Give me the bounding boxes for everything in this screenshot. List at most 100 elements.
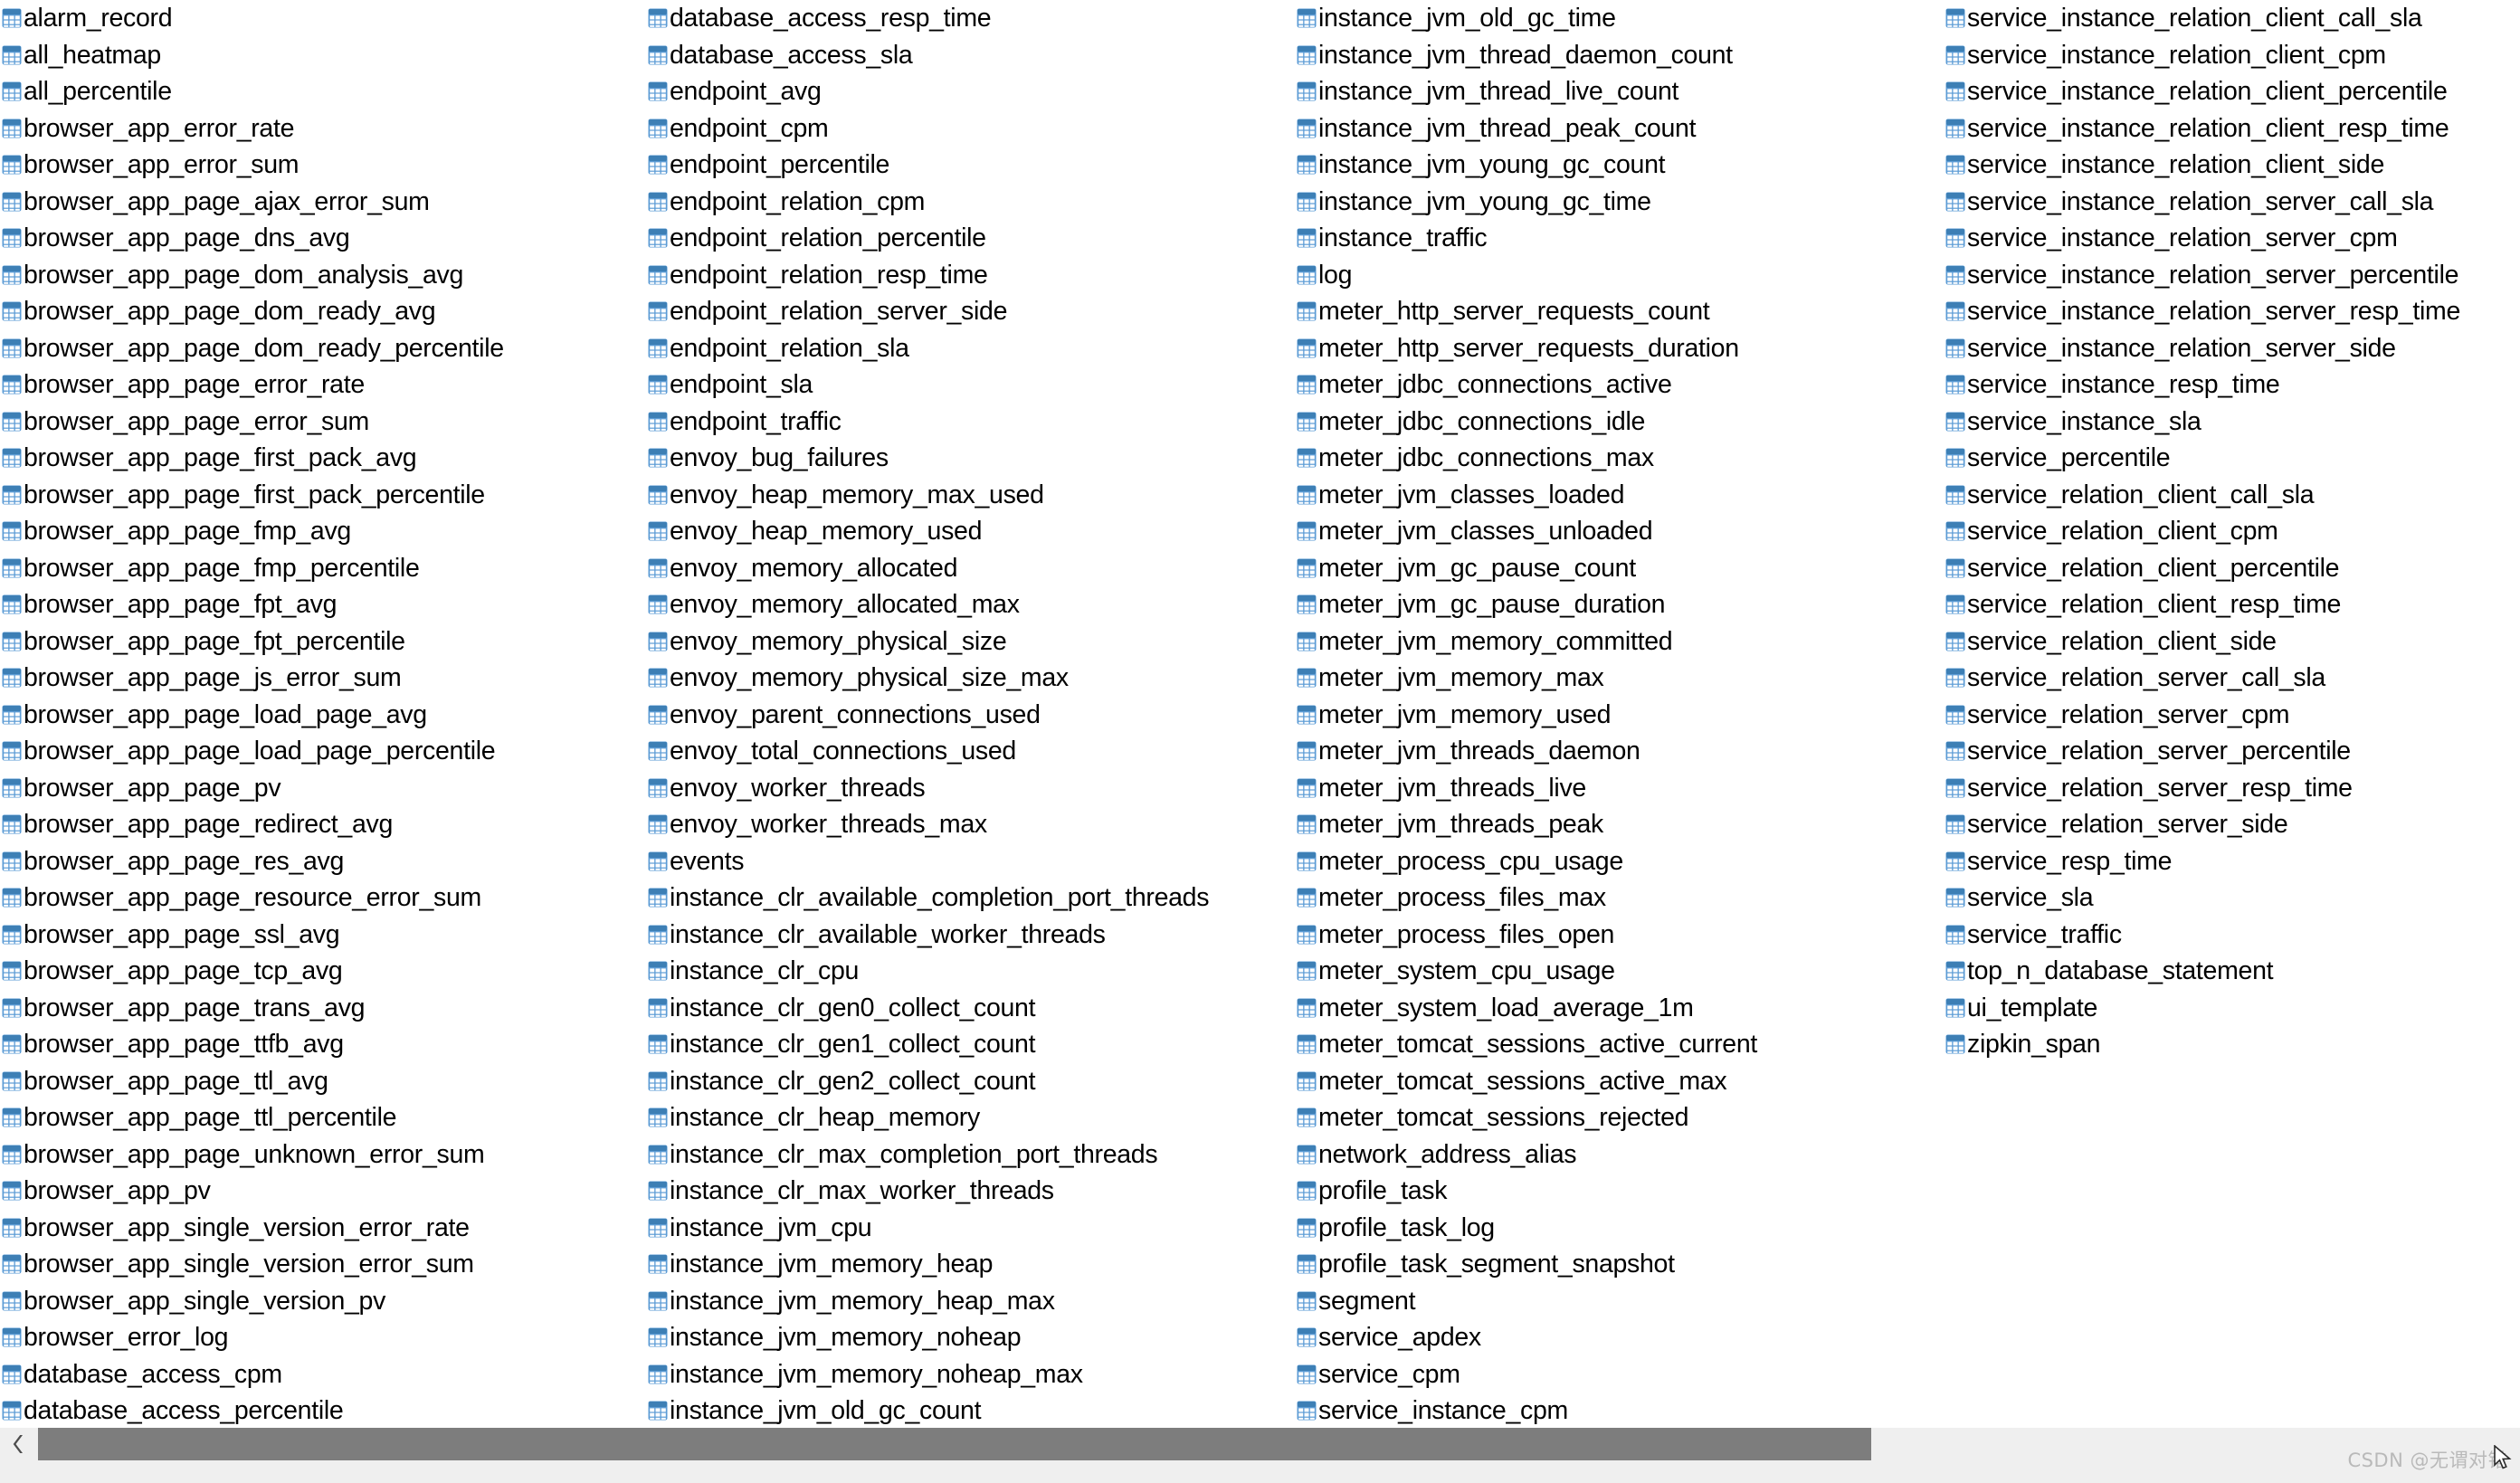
- table-list-item[interactable]: instance_clr_gen1_collect_count: [648, 1026, 1297, 1063]
- table-list-item[interactable]: browser_app_page_dom_ready_percentile: [2, 330, 648, 367]
- table-list-item[interactable]: instance_jvm_old_gc_count: [648, 1393, 1297, 1428]
- table-list-item[interactable]: browser_app_page_error_rate: [2, 366, 648, 404]
- table-list-item[interactable]: service_instance_relation_client_call_sl…: [1945, 0, 2520, 37]
- table-list-item[interactable]: meter_jvm_classes_unloaded: [1297, 513, 1945, 550]
- table-list-item[interactable]: instance_jvm_young_gc_count: [1297, 147, 1945, 184]
- table-list-item[interactable]: meter_tomcat_sessions_active_max: [1297, 1063, 1945, 1100]
- table-list-item[interactable]: browser_app_page_ttl_percentile: [2, 1099, 648, 1136]
- table-list-item[interactable]: instance_clr_gen0_collect_count: [648, 990, 1297, 1027]
- table-list-item[interactable]: meter_tomcat_sessions_active_current: [1297, 1026, 1945, 1063]
- table-list-item[interactable]: browser_app_page_dns_avg: [2, 220, 648, 257]
- table-list-item[interactable]: service_relation_client_resp_time: [1945, 586, 2520, 623]
- table-list-item[interactable]: endpoint_avg: [648, 73, 1297, 110]
- table-list-item[interactable]: instance_clr_max_worker_threads: [648, 1173, 1297, 1210]
- table-list-item[interactable]: service_cpm: [1297, 1356, 1945, 1393]
- table-list-item[interactable]: service_relation_server_percentile: [1945, 733, 2520, 770]
- table-list-item[interactable]: service_relation_server_resp_time: [1945, 770, 2520, 807]
- table-list-item[interactable]: envoy_memory_allocated_max: [648, 586, 1297, 623]
- table-list-item[interactable]: envoy_parent_connections_used: [648, 697, 1297, 734]
- table-list-item[interactable]: instance_jvm_thread_peak_count: [1297, 110, 1945, 147]
- table-list-item[interactable]: envoy_worker_threads_max: [648, 806, 1297, 843]
- table-list-item[interactable]: service_relation_client_percentile: [1945, 550, 2520, 587]
- table-list-item[interactable]: service_instance_relation_server_side: [1945, 330, 2520, 367]
- table-list-item[interactable]: meter_jvm_memory_used: [1297, 697, 1945, 734]
- table-list-item[interactable]: endpoint_relation_sla: [648, 330, 1297, 367]
- table-list-item[interactable]: envoy_worker_threads: [648, 770, 1297, 807]
- table-list-item[interactable]: profile_task: [1297, 1173, 1945, 1210]
- table-list-item[interactable]: browser_app_page_load_page_percentile: [2, 733, 648, 770]
- table-list-column-2[interactable]: database_access_resp_time database_access…: [648, 0, 1297, 1428]
- table-list-item[interactable]: service_instance_relation_client_cpm: [1945, 37, 2520, 74]
- table-list-item[interactable]: browser_app_error_rate: [2, 110, 648, 147]
- table-list-item[interactable]: service_resp_time: [1945, 843, 2520, 880]
- table-list-item[interactable]: meter_process_files_max: [1297, 879, 1945, 917]
- table-list-item[interactable]: browser_app_page_fmp_percentile: [2, 550, 648, 587]
- table-list-item[interactable]: service_sla: [1945, 879, 2520, 917]
- table-list-item[interactable]: ui_template: [1945, 990, 2520, 1027]
- table-list-item[interactable]: instance_jvm_old_gc_time: [1297, 0, 1945, 37]
- table-list-item[interactable]: browser_app_page_tcp_avg: [2, 953, 648, 990]
- table-list-item[interactable]: meter_jvm_gc_pause_count: [1297, 550, 1945, 587]
- table-list-item[interactable]: service_instance_relation_server_call_sl…: [1945, 184, 2520, 221]
- table-list-item[interactable]: browser_app_single_version_pv: [2, 1283, 648, 1320]
- table-list-item[interactable]: instance_clr_available_completion_port_t…: [648, 879, 1297, 917]
- table-list-item[interactable]: service_relation_server_call_sla: [1945, 660, 2520, 697]
- table-list-item[interactable]: meter_http_server_requests_duration: [1297, 330, 1945, 367]
- table-list-item[interactable]: endpoint_relation_cpm: [648, 184, 1297, 221]
- table-list-item[interactable]: browser_app_page_resource_error_sum: [2, 879, 648, 917]
- table-list-item[interactable]: endpoint_sla: [648, 366, 1297, 404]
- table-list-item[interactable]: browser_app_page_error_sum: [2, 404, 648, 441]
- table-list-item[interactable]: service_instance_sla: [1945, 404, 2520, 441]
- scroll-left-button[interactable]: [0, 1428, 38, 1460]
- table-list-item[interactable]: endpoint_relation_resp_time: [648, 257, 1297, 294]
- table-list-item[interactable]: service_instance_relation_server_resp_ti…: [1945, 293, 2520, 330]
- table-list-item[interactable]: meter_jvm_threads_live: [1297, 770, 1945, 807]
- table-list-item[interactable]: browser_app_page_res_avg: [2, 843, 648, 880]
- table-list-item[interactable]: log: [1297, 257, 1945, 294]
- table-list-item[interactable]: service_relation_client_call_sla: [1945, 477, 2520, 514]
- table-list-item[interactable]: network_address_alias: [1297, 1136, 1945, 1174]
- table-list-item[interactable]: browser_app_page_unknown_error_sum: [2, 1136, 648, 1174]
- table-list-item[interactable]: zipkin_span: [1945, 1026, 2520, 1063]
- table-list-item[interactable]: instance_clr_cpu: [648, 953, 1297, 990]
- table-list-item[interactable]: service_relation_client_side: [1945, 623, 2520, 661]
- table-list-item[interactable]: instance_jvm_memory_heap_max: [648, 1283, 1297, 1320]
- table-list-item[interactable]: meter_system_load_average_1m: [1297, 990, 1945, 1027]
- table-list-item[interactable]: meter_http_server_requests_count: [1297, 293, 1945, 330]
- table-list-item[interactable]: browser_app_page_fmp_avg: [2, 513, 648, 550]
- table-list-item[interactable]: meter_jdbc_connections_idle: [1297, 404, 1945, 441]
- table-list-item[interactable]: database_access_percentile: [2, 1393, 648, 1428]
- table-list-column-3[interactable]: instance_jvm_old_gc_time instance_jvm_thr…: [1297, 0, 1945, 1428]
- table-list-item[interactable]: database_access_resp_time: [648, 0, 1297, 37]
- horizontal-scrollbar-track[interactable]: [38, 1428, 2520, 1460]
- table-list-item[interactable]: meter_system_cpu_usage: [1297, 953, 1945, 990]
- table-list-item[interactable]: meter_jvm_threads_daemon: [1297, 733, 1945, 770]
- table-list-item[interactable]: instance_jvm_young_gc_time: [1297, 184, 1945, 221]
- table-list-item[interactable]: browser_app_single_version_error_rate: [2, 1210, 648, 1247]
- table-list-item[interactable]: service_relation_server_cpm: [1945, 697, 2520, 734]
- table-list-item[interactable]: instance_clr_heap_memory: [648, 1099, 1297, 1136]
- table-list-item[interactable]: service_instance_cpm: [1297, 1393, 1945, 1428]
- table-list-item[interactable]: meter_jdbc_connections_max: [1297, 440, 1945, 477]
- table-list-item[interactable]: meter_jvm_memory_max: [1297, 660, 1945, 697]
- table-list-item[interactable]: browser_app_error_sum: [2, 147, 648, 184]
- table-list-item[interactable]: browser_app_pv: [2, 1173, 648, 1210]
- table-list-item[interactable]: endpoint_cpm: [648, 110, 1297, 147]
- table-list-item[interactable]: instance_jvm_memory_noheap_max: [648, 1356, 1297, 1393]
- table-list-pane[interactable]: alarm_record all_heatmap all_percentile bro…: [0, 0, 2520, 1428]
- table-list-item[interactable]: browser_error_log: [2, 1319, 648, 1356]
- table-list-item[interactable]: service_traffic: [1945, 917, 2520, 954]
- table-list-column-1[interactable]: alarm_record all_heatmap all_percentile bro…: [2, 0, 648, 1428]
- table-list-item[interactable]: browser_app_single_version_error_sum: [2, 1246, 648, 1283]
- table-list-item[interactable]: instance_jvm_thread_daemon_count: [1297, 37, 1945, 74]
- table-list-item[interactable]: service_relation_client_cpm: [1945, 513, 2520, 550]
- table-list-item[interactable]: endpoint_relation_server_side: [648, 293, 1297, 330]
- table-list-item[interactable]: service_relation_server_side: [1945, 806, 2520, 843]
- table-list-item[interactable]: browser_app_page_redirect_avg: [2, 806, 648, 843]
- table-list-item[interactable]: meter_process_files_open: [1297, 917, 1945, 954]
- table-list-item[interactable]: events: [648, 843, 1297, 880]
- table-list-item[interactable]: envoy_memory_allocated: [648, 550, 1297, 587]
- table-list-item[interactable]: instance_clr_available_worker_threads: [648, 917, 1297, 954]
- table-list-item[interactable]: meter_process_cpu_usage: [1297, 843, 1945, 880]
- table-list-item[interactable]: endpoint_percentile: [648, 147, 1297, 184]
